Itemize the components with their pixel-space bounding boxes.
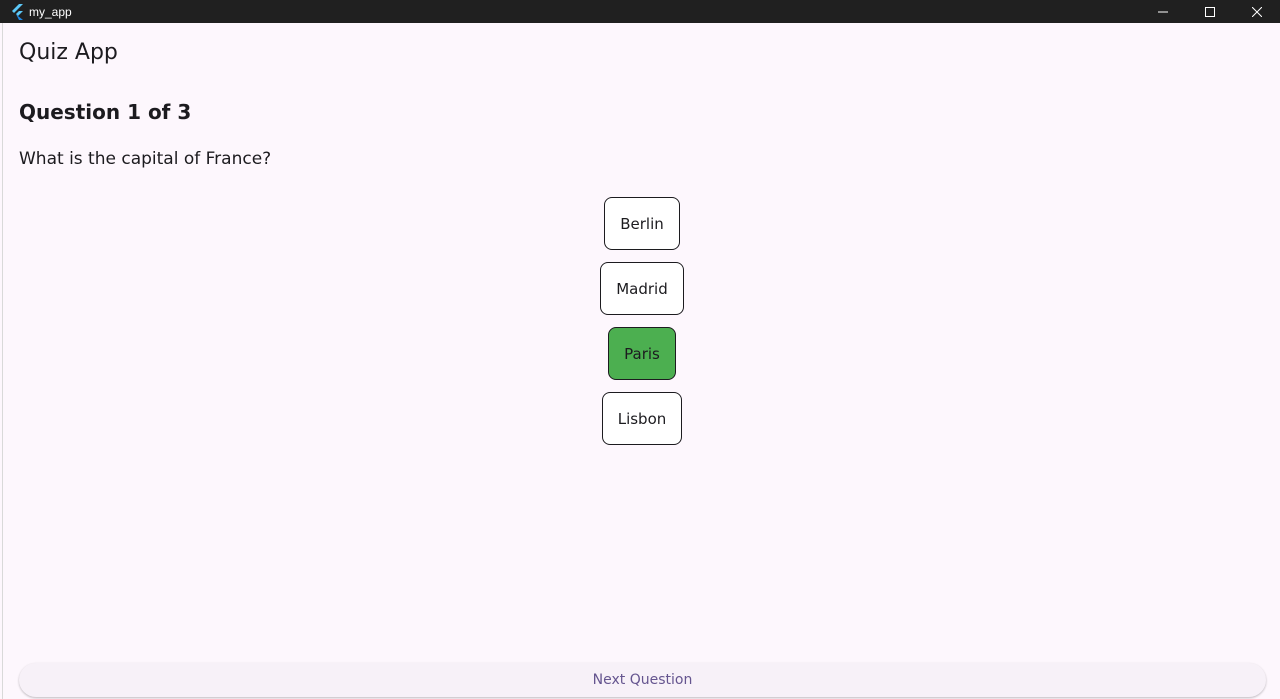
question-text: What is the capital of France?: [19, 149, 272, 169]
answer-button-lisbon[interactable]: Lisbon: [601, 392, 683, 445]
maximize-button[interactable]: [1186, 0, 1233, 23]
next-question-button[interactable]: Next Question: [19, 663, 1266, 697]
answer-list: Berlin Madrid Paris Lisbon: [3, 197, 1280, 457]
flutter-logo-icon: [12, 3, 23, 20]
window-title: my_app: [29, 4, 72, 19]
minimize-button[interactable]: [1139, 0, 1186, 23]
answer-button-paris[interactable]: Paris: [608, 327, 676, 380]
window-titlebar: my_app: [0, 0, 1280, 23]
close-button[interactable]: [1233, 0, 1280, 23]
maximize-icon: [1204, 6, 1215, 17]
answer-button-madrid[interactable]: Madrid: [600, 262, 684, 315]
app-title: Quiz App: [19, 40, 118, 65]
question-progress: Question 1 of 3: [19, 100, 192, 124]
app-content: Quiz App Question 1 of 3 What is the cap…: [2, 23, 1280, 699]
answer-button-berlin[interactable]: Berlin: [604, 197, 680, 250]
window-controls: [1139, 0, 1280, 23]
close-icon: [1251, 6, 1262, 17]
minimize-icon: [1157, 11, 1168, 12]
